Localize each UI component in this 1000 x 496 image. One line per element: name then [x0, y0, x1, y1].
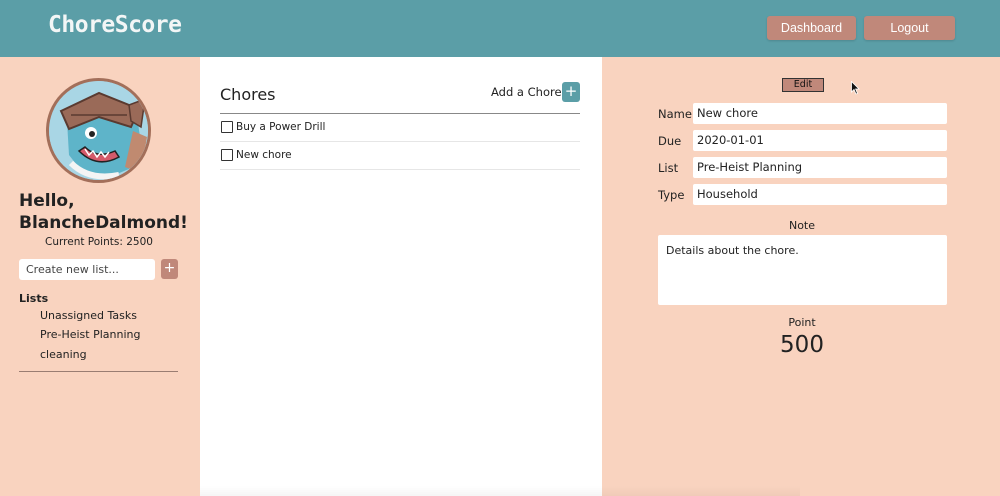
top-navbar: ChoreScore Dashboard Logout: [0, 0, 1000, 57]
add-chore-button[interactable]: +: [562, 82, 580, 102]
current-points: Current Points: 2500: [45, 236, 153, 248]
name-label: Name: [658, 107, 692, 121]
chore-label[interactable]: New chore: [236, 149, 292, 161]
edit-button[interactable]: Edit: [782, 78, 824, 92]
chore-checkbox[interactable]: [221, 121, 233, 133]
chores-title: Chores: [220, 85, 276, 104]
add-list-button[interactable]: +: [161, 259, 178, 279]
list-item[interactable]: New chore: [220, 142, 580, 170]
sidebar-item-unassigned-tasks[interactable]: Unassigned Tasks: [40, 309, 137, 322]
list-item[interactable]: Buy a Power Drill: [220, 114, 580, 142]
add-chore-label: Add a Chore: [491, 85, 562, 99]
note-field[interactable]: Details about the chore.: [658, 235, 947, 305]
type-label: Type: [658, 188, 685, 202]
list-label: List: [658, 161, 679, 175]
greeting-heading: Hello, BlancheDalmond!: [19, 191, 188, 233]
point-label: Point: [788, 316, 816, 329]
note-label: Note: [788, 219, 816, 232]
avatar: [46, 78, 151, 183]
chore-checkbox[interactable]: [221, 149, 233, 161]
avatar-illustration-icon: [49, 81, 148, 180]
sidebar: Hello, BlancheDalmond! Current Points: 2…: [0, 57, 200, 496]
logout-button[interactable]: Logout: [864, 16, 955, 40]
chore-detail-panel: Edit Name New chore Due 2020-01-01 List …: [602, 57, 1000, 496]
lists-heading: Lists: [19, 292, 49, 305]
bottom-shadow: [200, 486, 800, 496]
sidebar-item-cleaning[interactable]: cleaning: [40, 348, 87, 361]
app-logo[interactable]: ChoreScore: [48, 12, 182, 38]
type-field[interactable]: Household: [693, 184, 947, 205]
chore-label[interactable]: Buy a Power Drill: [236, 121, 325, 133]
list-field[interactable]: Pre-Heist Planning: [693, 157, 947, 178]
due-date-field[interactable]: 2020-01-01: [693, 130, 947, 151]
due-label: Due: [658, 134, 682, 148]
dashboard-button[interactable]: Dashboard: [767, 16, 856, 40]
sidebar-item-pre-heist-planning[interactable]: Pre-Heist Planning: [40, 328, 140, 341]
sidebar-divider: [19, 371, 178, 372]
point-value: 500: [780, 332, 824, 358]
chores-panel: Chores Add a Chore + Buy a Power Drill N…: [200, 57, 602, 496]
new-list-input[interactable]: [19, 259, 155, 280]
mouse-pointer-icon: [851, 81, 860, 95]
name-field[interactable]: New chore: [693, 103, 947, 124]
